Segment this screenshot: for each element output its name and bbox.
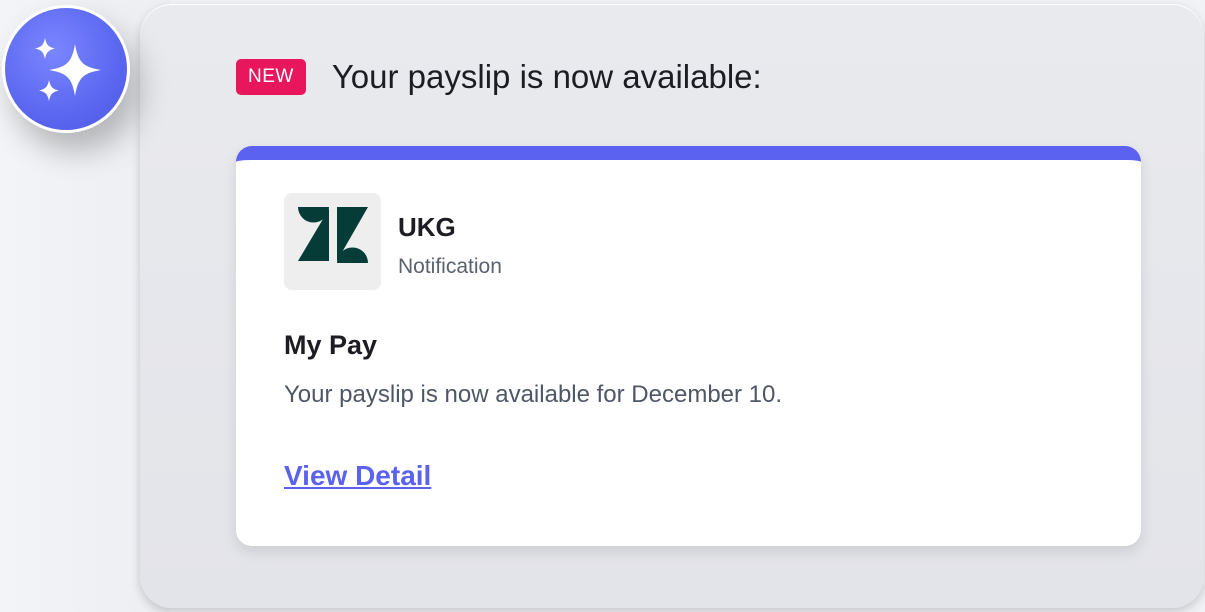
zendesk-logo-icon [298, 207, 368, 263]
app-logo [284, 193, 381, 290]
notification-card: UKG Notification My Pay Your payslip is … [236, 146, 1141, 546]
view-detail-link[interactable]: View Detail [284, 460, 431, 492]
assistant-button[interactable] [2, 5, 130, 133]
card-title: My Pay [284, 330, 378, 360]
new-badge: NEW [236, 59, 306, 95]
header-title: Your payslip is now available: [331, 58, 762, 95]
app-name: UKG [398, 212, 456, 242]
app-subtitle: Notification [398, 255, 502, 278]
card-message: Your payslip is now available for Decemb… [284, 381, 783, 408]
sparkles-icon [35, 38, 101, 101]
header: NEW Your payslip is now available: [236, 56, 762, 98]
